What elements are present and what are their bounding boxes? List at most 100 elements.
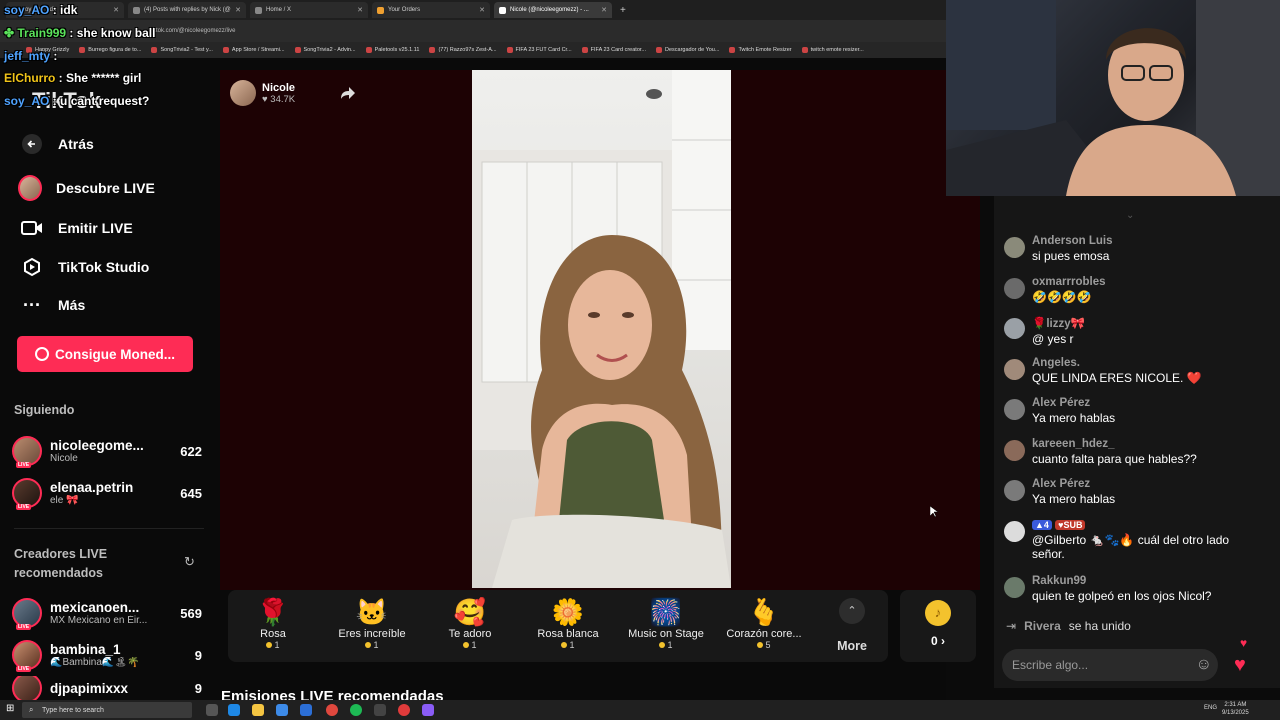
close-tab-icon[interactable]: ✕	[235, 6, 241, 14]
spotify-icon[interactable]	[350, 704, 362, 716]
like-heart-icon[interactable]: ♥	[1234, 655, 1256, 675]
chat-username[interactable]: Alex Pérez	[1032, 478, 1115, 490]
mail-icon[interactable]	[300, 704, 312, 716]
bookmark-item[interactable]: SongTrivia2 - Test y...	[151, 47, 213, 53]
bookmark-item[interactable]: Descargador de You...	[656, 47, 719, 53]
taskbar-search[interactable]: Type here to search	[22, 702, 192, 718]
account-name: elenaa.petrin	[50, 480, 134, 495]
browser-tab[interactable]: (4) Posts with replies by Nick (@ ✕	[128, 2, 246, 18]
chat-username[interactable]: 🌹lizzy🎀	[1032, 316, 1085, 330]
gift-price: 5	[765, 640, 771, 650]
overlay-chat-line: soy_AO : u cant request?	[4, 94, 149, 108]
coin-icon	[365, 642, 372, 648]
avatar	[1004, 359, 1025, 380]
coin-balance-button[interactable]: ♪ 0 ›	[900, 590, 976, 662]
task-view-icon[interactable]	[206, 704, 218, 716]
divider	[14, 528, 204, 529]
close-tab-icon[interactable]: ✕	[113, 6, 119, 14]
gift-item[interactable]: 🎆 Music on Stage 1	[621, 596, 711, 650]
nav-descubre-live[interactable]: Descubre LIVE	[18, 175, 155, 201]
bookmark-label: SongTrivia2 - Test y...	[160, 47, 213, 53]
chat-username[interactable]: ▲4 ♥SUB	[1032, 519, 1252, 531]
chevron-down-icon[interactable]: ⌄	[1126, 210, 1134, 221]
store-icon[interactable]	[276, 704, 288, 716]
new-tab-icon[interactable]: +	[620, 5, 626, 16]
bookmark-item[interactable]: FIFA 23 FUT Card Cr...	[506, 47, 572, 53]
account-name: nicoleegome...	[50, 438, 144, 453]
following-account[interactable]: LIVE nicoleegome... Nicole 622	[12, 434, 202, 468]
bookmark-item[interactable]: SongTrivia2 - Advin...	[294, 47, 356, 53]
refresh-icon[interactable]: ↻	[184, 554, 195, 570]
file-explorer-icon[interactable]	[252, 704, 264, 716]
emoji-icon[interactable]: ☺	[1196, 656, 1212, 674]
gift-item[interactable]: 🌹 Rosa 1	[228, 596, 318, 650]
nav-tiktok-studio[interactable]: TikTok Studio	[20, 255, 149, 279]
app-icon[interactable]	[422, 704, 434, 716]
bookmark-favicon-icon	[365, 47, 372, 53]
app-icon[interactable]	[374, 704, 386, 716]
creator-account[interactable]: LIVE bambina_1 🌊Bambina🌊🏝🌴 9	[12, 638, 202, 672]
creator-account[interactable]: LIVE mexicanoen... MX Mexicano en Éir... …	[12, 596, 202, 630]
join-user[interactable]: Rivera	[1024, 619, 1061, 633]
tab-favicon-icon	[377, 6, 384, 14]
floating-heart-icon: ♥	[1240, 636, 1248, 650]
bookmark-label: FIFA 23 FUT Card Cr...	[515, 47, 572, 53]
cat-icon: 🐱	[355, 597, 389, 627]
gift-name: Rosa blanca	[537, 628, 599, 640]
enter-icon: ⇥	[1006, 619, 1017, 633]
fireworks-icon: 🎆	[649, 597, 683, 627]
gift-item[interactable]: 🐱 Eres increíble 1	[327, 596, 417, 650]
more-gifts-button[interactable]: ⌃ More	[822, 598, 882, 653]
nav-emitir-live[interactable]: Emitir LIVE	[20, 216, 133, 240]
bookmark-item[interactable]: App Store / Streami...	[222, 47, 285, 53]
browser-tab-active[interactable]: Nicole (@nicoleegomezz) - ... ✕	[494, 2, 612, 18]
bookmark-item[interactable]: twitch emote resizer...	[801, 47, 864, 53]
live-badge: LIVE	[16, 504, 32, 510]
chat-username[interactable]: Rakkun99	[1032, 575, 1211, 587]
heart-face-icon: 🥰	[453, 597, 487, 627]
bookmark-item[interactable]: Burrego figura de to...	[79, 47, 141, 53]
coin-icon	[463, 642, 470, 648]
gift-item[interactable]: 🫰 Corazón core... 5	[719, 596, 809, 650]
close-tab-icon[interactable]: ✕	[601, 6, 607, 14]
back-button[interactable]: Atrás	[20, 132, 94, 156]
viewer-count: 569	[180, 605, 202, 621]
finger-heart-icon: 🫰	[747, 597, 781, 627]
language-indicator[interactable]: ENG	[1204, 705, 1217, 711]
gift-item[interactable]: 🥰 Te adoro 1	[425, 596, 515, 650]
chat-input[interactable]: Escribe algo... ☺	[1002, 649, 1218, 681]
chat-username[interactable]: Alex Pérez	[1032, 397, 1115, 409]
browser-tab[interactable]: Home / X ✕	[250, 2, 368, 18]
bookmark-item[interactable]: Twitch Emote Resizer	[729, 47, 792, 53]
close-tab-icon[interactable]: ✕	[479, 6, 485, 14]
close-tab-icon[interactable]: ✕	[357, 6, 363, 14]
get-coins-button[interactable]: Consigue Moned...	[17, 336, 193, 372]
chat-username[interactable]: Anderson Luis	[1032, 235, 1113, 247]
obs-icon[interactable]	[398, 704, 410, 716]
coin-icon	[561, 642, 568, 648]
coin-icon	[35, 347, 49, 361]
bookmark-item[interactable]: (77) Razzo97s Zest-A...	[429, 47, 497, 53]
bookmark-item[interactable]: Paletools v25.1.11	[365, 47, 419, 53]
bookmark-item[interactable]: FIFA 23 Card creator...	[581, 47, 646, 53]
nav-mas[interactable]: ··· Más	[20, 293, 85, 317]
host-avatar[interactable]	[230, 80, 256, 106]
share-icon[interactable]	[340, 86, 356, 105]
chat-message: 🌹lizzy🎀 @ yes r	[1004, 316, 1264, 346]
following-account[interactable]: LIVE elenaa.petrin ele 🎀 645	[12, 476, 202, 510]
taskbar-clock[interactable]: 2:31 AM 9/13/2025	[1222, 701, 1249, 717]
edge-icon[interactable]	[228, 704, 240, 716]
creator-account[interactable]: djpapimixxx 9	[12, 676, 202, 700]
bookmark-favicon-icon	[506, 47, 513, 53]
chat-text: @Gilberto 🐁🐾🔥 cuál del otro lado señor.	[1032, 533, 1230, 561]
gift-item[interactable]: 🌼 Rosa blanca 1	[523, 596, 613, 650]
chat-username[interactable]: kareeen_hdez_	[1032, 438, 1197, 450]
overlay-user: soy_AO	[4, 94, 50, 108]
browser-tab[interactable]: Your Orders ✕	[372, 2, 490, 18]
chat-username[interactable]: oxmarrrobles	[1032, 276, 1106, 288]
chrome-icon[interactable]	[326, 704, 338, 716]
live-video[interactable]	[472, 70, 731, 588]
windows-start-icon[interactable]: ⊞	[6, 704, 16, 714]
host-info[interactable]: Nicole ♥ 34.7K	[230, 80, 295, 106]
chat-username[interactable]: Angeles.	[1032, 357, 1202, 369]
